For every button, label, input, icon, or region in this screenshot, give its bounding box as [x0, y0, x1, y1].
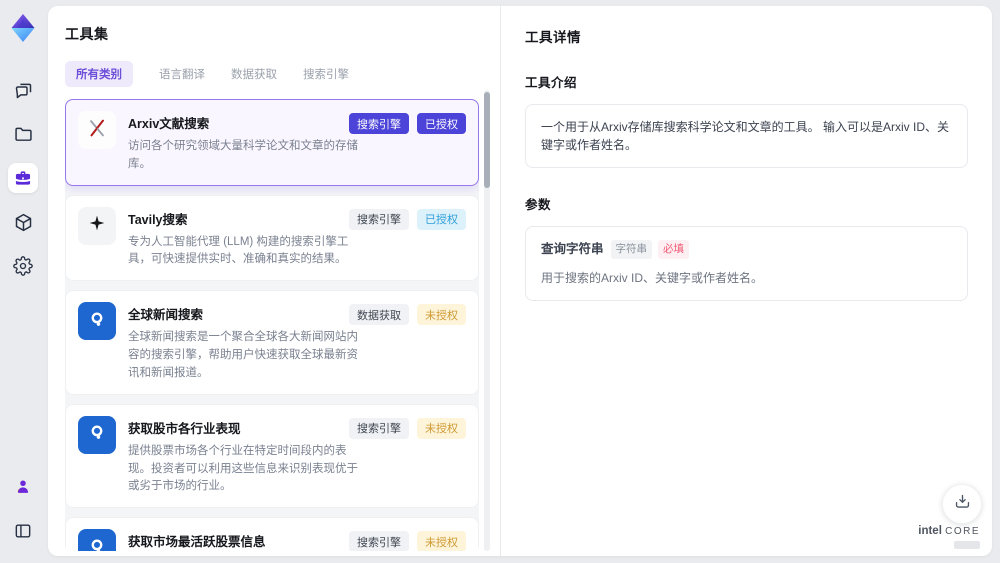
- sidebar-item-toolset[interactable]: [8, 163, 38, 193]
- tool-card[interactable]: 全球新闻搜索 全球新闻搜索是一个聚合全球各大新闻网站内容的搜索引擎，帮助用户快速…: [65, 290, 479, 395]
- intel-core-brand: intel CORE: [918, 525, 980, 549]
- tab-category-3[interactable]: 搜索引擎: [303, 66, 349, 82]
- category-badge: 搜索引擎: [349, 113, 409, 134]
- tool-description: 提供股票市场各个行业在特定时间段内的表现。投资者可以利用这些信息来识别表现优于或…: [128, 444, 358, 493]
- tool-card[interactable]: Arxiv文献搜索 访问各个研究领域大量科学论文和文章的存储库。 搜索引擎 已授…: [65, 99, 479, 186]
- param-head: 查询字符串 字符串 必填: [541, 240, 952, 259]
- category-badge: 数据获取: [349, 304, 409, 326]
- category-badge: 搜索引擎: [349, 531, 409, 551]
- tool-icon: [78, 111, 116, 149]
- sidebar-item-files[interactable]: [8, 119, 38, 149]
- brand-intel-text: intel: [918, 525, 942, 538]
- left-rail: [0, 0, 46, 563]
- tool-description: 专为人工智能代理 (LLM) 构建的搜索引擎工具，可快速提供实时、准确和真实的结…: [128, 235, 349, 266]
- chat-icon: [13, 80, 34, 101]
- tool-description: 全球新闻搜索是一个聚合全球各大新闻网站内容的搜索引擎，帮助用户快速获取全球最新资…: [128, 331, 358, 379]
- brand-core-text: CORE: [945, 526, 980, 538]
- tavily-logo-icon: [87, 213, 107, 238]
- gear-icon: [13, 256, 33, 276]
- tool-badges: 搜索引擎 已授权: [349, 208, 466, 230]
- download-button[interactable]: [942, 484, 982, 524]
- tab-category-1[interactable]: 语言翻译: [159, 66, 205, 82]
- arxiv-logo-icon: [86, 117, 108, 144]
- tab-category-2[interactable]: 数据获取: [231, 66, 277, 82]
- juhe-logo-icon: [86, 308, 108, 335]
- toolbox-icon: [13, 168, 33, 188]
- tool-badges: 搜索引擎 未授权: [349, 417, 466, 439]
- scrollbar-track[interactable]: [484, 90, 490, 551]
- param-required-badge: 必填: [658, 240, 690, 259]
- cube-icon: [13, 212, 34, 233]
- download-icon: [953, 492, 972, 516]
- tool-icon: [78, 529, 116, 551]
- sidebar-item-models[interactable]: [8, 207, 38, 237]
- tool-intro-box: 一个用于从Arxiv存储库搜索科学论文和文章的工具。 输入可以是Arxiv ID…: [525, 104, 968, 168]
- params-list: 查询字符串 字符串 必填 用于搜索的Arxiv ID、关键字或作者姓名。: [525, 226, 968, 301]
- tool-icon: [78, 415, 116, 454]
- tab-category-0[interactable]: 所有类别: [65, 61, 133, 87]
- tool-description: 访问各个研究领域大量科学论文和文章的存储库。: [128, 140, 358, 170]
- category-badge: 搜索引擎: [349, 208, 409, 230]
- category-tabs: 所有类别 语言翻译 数据获取 搜索引擎: [65, 61, 500, 87]
- param-box: 查询字符串 字符串 必填 用于搜索的Arxiv ID、关键字或作者姓名。: [525, 226, 968, 301]
- tool-card[interactable]: 获取股市各行业表现 提供股票市场各个行业在特定时间段内的表现。投资者可以利用这些…: [65, 403, 479, 509]
- sidebar-item-settings[interactable]: [8, 251, 38, 281]
- auth-status-badge: 未授权: [417, 417, 466, 439]
- folder-icon: [13, 124, 34, 145]
- main-panel: 工具集 所有类别 语言翻译 数据获取 搜索引擎 Arxiv文献搜索 访问各个研究领域大…: [48, 6, 992, 556]
- auth-status-badge: 已授权: [417, 208, 466, 230]
- tool-badges: 搜索引擎 已授权: [349, 113, 466, 134]
- tool-details-pane: 工具详情 工具介绍 一个用于从Arxiv存储库搜索科学论文和文章的工具。 输入可…: [500, 6, 992, 556]
- sidebar-item-chat[interactable]: [8, 75, 38, 105]
- param-type-badge: 字符串: [610, 240, 653, 259]
- tool-card[interactable]: Tavily搜索 专为人工智能代理 (LLM) 构建的搜索引擎工具，可快速提供实…: [65, 194, 479, 282]
- auth-status-badge: 未授权: [417, 304, 466, 326]
- toolset-pane: 工具集 所有类别 语言翻译 数据获取 搜索引擎 Arxiv文献搜索 访问各个研究领域大…: [48, 6, 500, 556]
- juhe-logo-icon: [86, 535, 108, 551]
- scrollbar-thumb[interactable]: [484, 92, 490, 188]
- intro-heading: 工具介绍: [525, 76, 578, 90]
- category-badge: 搜索引擎: [349, 417, 409, 439]
- tool-icon: [78, 206, 116, 245]
- auth-status-badge: 已授权: [417, 113, 466, 134]
- auth-status-badge: 未授权: [417, 531, 466, 551]
- tool-card-list: Arxiv文献搜索 访问各个研究领域大量科学论文和文章的存储库。 搜索引擎 已授…: [65, 99, 479, 551]
- sidebar-item-collapse[interactable]: [8, 516, 38, 546]
- param-name: 查询字符串: [541, 242, 604, 256]
- tool-icon: [78, 302, 116, 341]
- tool-card[interactable]: 获取市场最活跃股票信息 提供当天交易量最高的股票列表，投资者可以利用这些信息来识…: [65, 517, 479, 551]
- tool-intro-text: 一个用于从Arxiv存储库搜索科学论文和文章的工具。 输入可以是Arxiv ID…: [541, 120, 950, 152]
- page-title: 工具集: [65, 26, 109, 42]
- juhe-logo-icon: [86, 421, 108, 448]
- tool-badges: 搜索引擎 未授权: [349, 531, 466, 551]
- param-description: 用于搜索的Arxiv ID、关键字或作者姓名。: [541, 270, 764, 285]
- sidebar-item-account[interactable]: [8, 472, 38, 502]
- details-title: 工具详情: [525, 30, 581, 45]
- user-icon: [13, 477, 33, 497]
- brand-ultra-badge: [954, 541, 980, 549]
- app-logo: [8, 12, 38, 44]
- params-heading: 参数: [525, 198, 552, 212]
- tool-badges: 数据获取 未授权: [349, 304, 466, 326]
- panel-toggle-icon: [13, 521, 33, 541]
